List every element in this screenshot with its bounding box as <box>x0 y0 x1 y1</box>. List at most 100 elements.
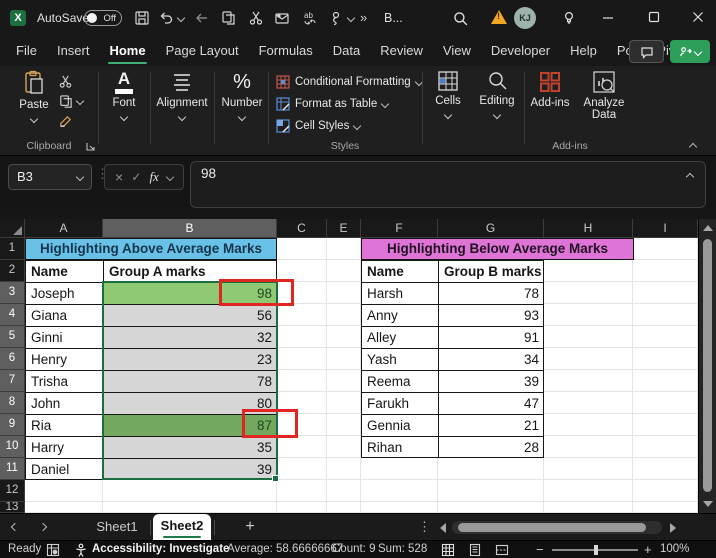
cell-B13[interactable] <box>103 502 277 513</box>
column-header-B[interactable]: B <box>103 219 277 238</box>
above-cell-marks-r4[interactable]: 56 <box>103 304 277 326</box>
cell-G11[interactable] <box>438 458 544 480</box>
cell-F11[interactable] <box>361 458 438 480</box>
above-cell-marks-r8[interactable]: 80 <box>103 392 277 414</box>
cell-H10[interactable] <box>544 436 633 458</box>
column-header-H[interactable]: H <box>544 219 633 238</box>
above-cell-marks-r7[interactable]: 78 <box>103 370 277 392</box>
cell-I5[interactable] <box>633 326 698 348</box>
ribbon-tab-file[interactable]: File <box>6 36 47 66</box>
copy-icon[interactable] <box>220 10 236 26</box>
cell-A12[interactable] <box>25 480 103 502</box>
new-sheet-button[interactable]: + <box>240 514 260 540</box>
cell-I4[interactable] <box>633 304 698 326</box>
zoom-in-button[interactable]: + <box>644 541 652 558</box>
row-header-1[interactable]: 1 <box>0 238 25 260</box>
minimize-icon[interactable] <box>601 11 617 27</box>
cell-H11[interactable] <box>544 458 633 480</box>
accessibility-icon[interactable] <box>74 543 88 557</box>
cell-H7[interactable] <box>544 370 633 392</box>
cell-I2[interactable] <box>633 260 698 282</box>
ribbon-tab-review[interactable]: Review <box>370 36 433 66</box>
conditional-formatting-button[interactable]: Conditional Formatting <box>276 72 422 92</box>
share-button[interactable] <box>670 40 710 63</box>
sheet-options-icon[interactable]: ⋮ <box>418 514 431 539</box>
column-header-G[interactable]: G <box>438 219 544 238</box>
row-header-3[interactable]: 3 <box>0 282 25 304</box>
touch-mode-dropdown-icon[interactable] <box>347 14 355 22</box>
excel-logo-icon[interactable]: X <box>10 10 26 26</box>
column-header-I[interactable]: I <box>633 219 698 238</box>
cell-I3[interactable] <box>633 282 698 304</box>
ribbon-tab-home[interactable]: Home <box>99 36 155 66</box>
below-cell-name-r8[interactable]: Farukh <box>361 392 438 414</box>
below-cell-marks-r9[interactable]: 21 <box>438 414 544 436</box>
cell-E11[interactable] <box>327 458 361 480</box>
below-cell-name-r6[interactable]: Yash <box>361 348 438 370</box>
cell-C2[interactable] <box>277 260 327 282</box>
cell-E8[interactable] <box>327 392 361 414</box>
cell-F13[interactable] <box>361 502 438 513</box>
cell-I6[interactable] <box>633 348 698 370</box>
above-cell-name-r7[interactable]: Trisha <box>25 370 103 392</box>
below-cell-marks-r7[interactable]: 39 <box>438 370 544 392</box>
below-cell-name-r3[interactable]: Harsh <box>361 282 438 304</box>
cell-H12[interactable] <box>544 480 633 502</box>
below-cell-marks-r6[interactable]: 34 <box>438 348 544 370</box>
above-cell-marks-r2[interactable]: Group A marks <box>103 260 277 282</box>
row-header-12[interactable]: 12 <box>0 480 25 502</box>
cut-button[interactable] <box>58 72 84 90</box>
email-icon[interactable] <box>274 10 290 26</box>
back-icon[interactable] <box>194 10 210 26</box>
cell-E6[interactable] <box>327 348 361 370</box>
collapse-ribbon-icon[interactable] <box>689 143 697 151</box>
above-cell-marks-r11[interactable]: 39 <box>103 458 277 480</box>
format-painter-button[interactable] <box>58 112 84 130</box>
above-cell-marks-r6[interactable]: 23 <box>103 348 277 370</box>
scroll-down-icon[interactable] <box>703 501 713 507</box>
save-icon[interactable] <box>134 10 150 26</box>
ribbon-tab-developer[interactable]: Developer <box>481 36 560 66</box>
zoom-out-button[interactable]: − <box>536 541 544 558</box>
cell-A13[interactable] <box>25 502 103 513</box>
cell-C12[interactable] <box>277 480 327 502</box>
undo-icon[interactable] <box>158 10 174 26</box>
cell-E4[interactable] <box>327 304 361 326</box>
editing-group-button[interactable]: Editing <box>474 70 520 118</box>
below-cell-name-r9[interactable]: Gennia <box>361 414 438 436</box>
cell-H3[interactable] <box>544 282 633 304</box>
name-box[interactable]: B3 <box>8 164 92 190</box>
row-header-5[interactable]: 5 <box>0 326 25 348</box>
above-cell-name-r3[interactable]: Joseph <box>25 282 103 304</box>
cell-C10[interactable] <box>277 436 327 458</box>
row-header-9[interactable]: 9 <box>0 414 25 436</box>
above-cell-name-r11[interactable]: Daniel <box>25 458 103 480</box>
ribbon-tab-data[interactable]: Data <box>323 36 370 66</box>
cancel-button[interactable]: × <box>115 169 123 185</box>
cell-I7[interactable] <box>633 370 698 392</box>
cell-H5[interactable] <box>544 326 633 348</box>
autosave-toggle[interactable]: Off <box>84 10 122 26</box>
cell-C13[interactable] <box>277 502 327 513</box>
cell-C9[interactable] <box>277 414 327 436</box>
horizontal-scrollbar[interactable] <box>452 521 662 534</box>
cell-H9[interactable] <box>544 414 633 436</box>
ribbon-tab-page-layout[interactable]: Page Layout <box>156 36 249 66</box>
above-cell-name-r5[interactable]: Ginni <box>25 326 103 348</box>
cell-I10[interactable] <box>633 436 698 458</box>
normal-view-icon[interactable] <box>441 543 455 557</box>
cell-H8[interactable] <box>544 392 633 414</box>
next-sheet-icon[interactable] <box>39 523 47 531</box>
scroll-up-icon[interactable] <box>703 225 713 231</box>
cell-E3[interactable] <box>327 282 361 304</box>
search-icon[interactable] <box>452 10 468 26</box>
macro-record-icon[interactable] <box>46 543 60 557</box>
warning-icon[interactable] <box>491 10 507 24</box>
insert-function-button[interactable]: fx <box>149 169 158 185</box>
analyze-data-button[interactable]: Analyze Data <box>580 70 628 121</box>
cell-H6[interactable] <box>544 348 633 370</box>
cell-E10[interactable] <box>327 436 361 458</box>
expand-formula-bar-icon[interactable] <box>686 173 694 181</box>
below-cell-marks-r2[interactable]: Group B marks <box>438 260 544 282</box>
below-cell-name-r10[interactable]: Rihan <box>361 436 438 458</box>
